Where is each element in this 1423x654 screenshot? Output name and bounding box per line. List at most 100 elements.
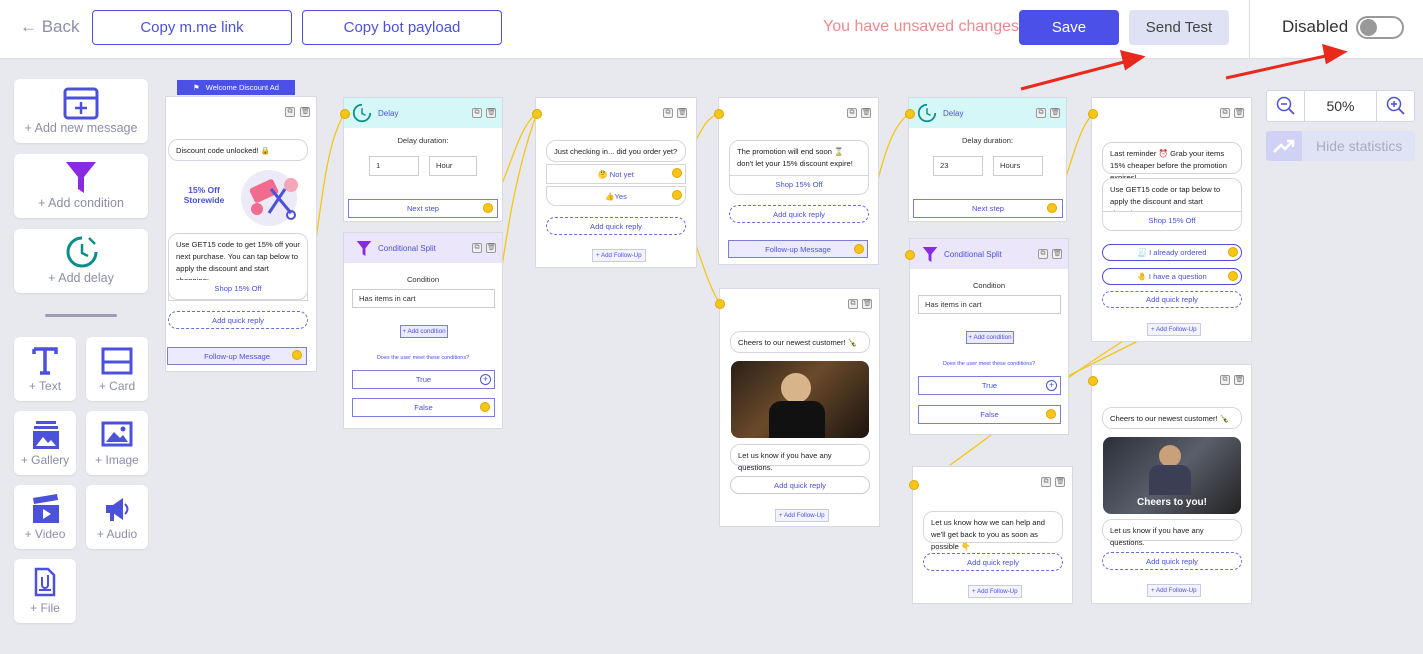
followup-message-button[interactable]: Follow-up Message <box>167 347 307 365</box>
conditional-split-node-2[interactable]: Conditional Split ⧉ 🗑 Condition Has item… <box>909 238 1069 435</box>
copy-icon[interactable]: ⧉ <box>847 108 857 118</box>
connector-dot[interactable] <box>672 168 682 178</box>
add-branch-icon[interactable]: + <box>480 374 491 385</box>
cheers-message-node-2[interactable]: ⧉ 🗑 Cheers to our newest customer! 🍾 Che… <box>1091 364 1252 604</box>
delay-unit-select[interactable]: Hour <box>429 156 477 176</box>
hide-statistics-button[interactable]: Hide statistics <box>1266 131 1415 161</box>
delay-unit-select[interactable]: Hours <box>993 156 1043 176</box>
quick-reply-option[interactable]: 🤚 I have a question <box>1102 268 1242 285</box>
message-bubble[interactable]: Let us know how we can help and we'll ge… <box>923 511 1063 551</box>
trash-icon[interactable]: 🗑 <box>1052 249 1062 259</box>
add-followup-button[interactable]: + Add Follow-Up <box>592 249 646 262</box>
add-quick-reply-button[interactable]: Add quick reply <box>729 205 869 223</box>
add-condition-button[interactable]: + Add condition <box>14 154 148 218</box>
connector-dot[interactable] <box>905 250 915 260</box>
trash-icon[interactable]: 🗑 <box>1050 108 1060 118</box>
add-condition-button[interactable]: + Add condition <box>400 325 448 338</box>
connector-dot[interactable] <box>714 109 724 119</box>
shop-link-button[interactable]: Shop 15% Off <box>168 280 308 300</box>
quick-reply-option[interactable]: 👍Yes <box>546 186 686 206</box>
message-bubble[interactable]: Cheers to our newest customer! 🍾 <box>730 331 870 353</box>
message-bubble[interactable]: Use GET15 code or tap below to apply the… <box>1102 178 1242 218</box>
add-card-button[interactable]: + Card <box>86 337 148 401</box>
add-quick-reply-button[interactable]: Add quick reply <box>1102 552 1242 570</box>
add-new-message-button[interactable]: + Add new message <box>14 79 148 143</box>
add-file-button[interactable]: + File <box>14 559 76 623</box>
copy-icon[interactable]: ⧉ <box>1036 108 1046 118</box>
false-branch-button[interactable]: False <box>918 405 1061 424</box>
zoom-in-button[interactable] <box>1376 91 1414 121</box>
message-bubble[interactable]: Cheers to our newest customer! 🍾 <box>1102 407 1242 429</box>
message-bubble[interactable]: Just checking in... did you order yet? <box>546 140 686 162</box>
message-bubble[interactable]: Let us know if you have any questions. <box>730 444 870 472</box>
add-followup-button[interactable]: + Add Follow-Up <box>1147 584 1201 597</box>
copy-icon[interactable]: ⧉ <box>1220 375 1230 385</box>
false-branch-button[interactable]: False <box>352 398 495 417</box>
true-branch-button[interactable]: True <box>352 370 495 389</box>
followup-message-button[interactable]: Follow-up Message <box>728 240 868 258</box>
add-quick-reply-button[interactable]: Add quick reply <box>168 311 308 329</box>
welcome-message-node[interactable]: ⧉ 🗑 Discount code unlocked! 🔒 15% Off St… <box>165 96 317 372</box>
add-delay-button[interactable]: + Add delay <box>14 229 148 293</box>
message-bubble[interactable]: Discount code unlocked! 🔒 <box>168 139 308 161</box>
add-audio-button[interactable]: + Audio <box>86 485 148 549</box>
copy-icon[interactable]: ⧉ <box>663 108 673 118</box>
connector-dot[interactable] <box>1046 409 1056 419</box>
message-bubble[interactable]: Let us know if you have any questions. <box>1102 519 1242 547</box>
trash-icon[interactable]: 🗑 <box>861 108 871 118</box>
add-text-button[interactable]: + Text <box>14 337 76 401</box>
conditional-split-node-1[interactable]: Conditional Split ⧉ 🗑 Condition Has item… <box>343 232 503 429</box>
message-bubble[interactable]: The promotion will end soon ⌛ don't let … <box>729 140 869 176</box>
add-image-button[interactable]: + Image <box>86 411 148 475</box>
connector-dot[interactable] <box>480 402 490 412</box>
connector-dot[interactable] <box>909 480 919 490</box>
add-quick-reply-button[interactable]: Add quick reply <box>546 217 686 235</box>
trash-icon[interactable]: 🗑 <box>1055 477 1065 487</box>
connector-dot[interactable] <box>1228 247 1238 257</box>
add-gallery-button[interactable]: + Gallery <box>14 411 76 475</box>
connector-dot[interactable] <box>672 190 682 200</box>
connector-dot[interactable] <box>905 109 915 119</box>
condition-select[interactable]: Has items in cart <box>918 295 1061 314</box>
delay-value-input[interactable]: 23 <box>933 156 983 176</box>
add-condition-button[interactable]: + Add condition <box>966 331 1014 344</box>
delay-node-2[interactable]: Delay ⧉ 🗑 Delay duration: 23 Hours Next … <box>908 97 1067 222</box>
true-branch-button[interactable]: True <box>918 376 1061 395</box>
copy-icon[interactable]: ⧉ <box>472 243 482 253</box>
connector-dot[interactable] <box>340 109 350 119</box>
quick-reply-option[interactable]: 🤔 Not yet <box>546 164 686 184</box>
cheers-message-node-1[interactable]: ⧉ 🗑 Cheers to our newest customer! 🍾 Let… <box>719 288 880 527</box>
connector-dot[interactable] <box>715 299 725 309</box>
connector-dot[interactable] <box>532 109 542 119</box>
copy-icon[interactable]: ⧉ <box>472 108 482 118</box>
copy-icon[interactable]: ⧉ <box>1220 108 1230 118</box>
next-step-button[interactable]: Next step <box>913 199 1063 218</box>
delay-node-1[interactable]: Delay ⧉ 🗑 Delay duration: 1 Hour Next st… <box>343 97 503 222</box>
add-quick-reply-button[interactable]: Add quick reply <box>730 476 870 494</box>
trash-icon[interactable]: 🗑 <box>486 243 496 253</box>
copy-icon[interactable]: ⧉ <box>848 299 858 309</box>
shop-link-button[interactable]: Shop 15% Off <box>729 175 869 195</box>
connector-dot[interactable] <box>1228 271 1238 281</box>
zoom-out-button[interactable] <box>1267 91 1305 121</box>
add-video-button[interactable]: + Video <box>14 485 76 549</box>
trash-icon[interactable]: 🗑 <box>677 108 687 118</box>
message-bubble[interactable]: Last reminder ⏰ Grab your items 15% chea… <box>1102 142 1242 182</box>
copy-icon[interactable]: ⧉ <box>1041 477 1051 487</box>
connector-dot[interactable] <box>292 350 302 360</box>
add-followup-button[interactable]: + Add Follow-Up <box>968 585 1022 598</box>
next-step-button[interactable]: Next step <box>348 199 498 218</box>
add-quick-reply-button[interactable]: Add quick reply <box>1102 291 1242 308</box>
promo-message-node[interactable]: ⧉ 🗑 The promotion will end soon ⌛ don't … <box>718 97 879 265</box>
shop-link-button[interactable]: Shop 15% Off <box>1102 211 1242 231</box>
reminder-message-node[interactable]: ⧉ 🗑 Last reminder ⏰ Grab your items 15% … <box>1091 97 1252 342</box>
connector-dot[interactable] <box>1088 376 1098 386</box>
add-followup-button[interactable]: + Add Follow-Up <box>1147 323 1201 336</box>
delay-value-input[interactable]: 1 <box>369 156 419 176</box>
quick-reply-option[interactable]: 🧾 I already ordered <box>1102 244 1242 261</box>
trash-icon[interactable]: 🗑 <box>1234 108 1244 118</box>
trash-icon[interactable]: 🗑 <box>1234 375 1244 385</box>
connector-dot[interactable] <box>1088 109 1098 119</box>
connector-dot[interactable] <box>854 244 864 254</box>
condition-select[interactable]: Has items in cart <box>352 289 495 308</box>
